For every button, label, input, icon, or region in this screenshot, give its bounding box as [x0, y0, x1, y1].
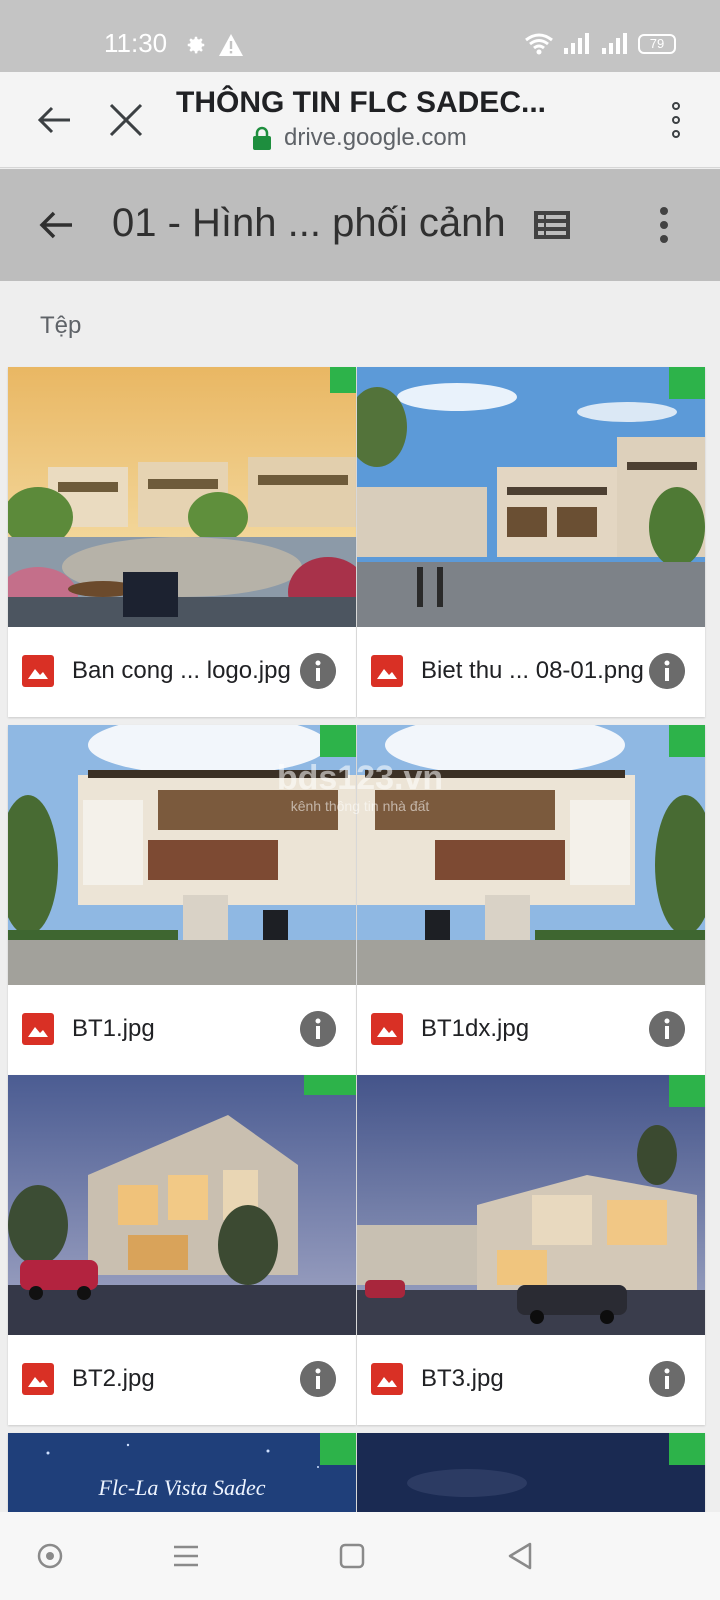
- image-file-icon: [371, 1013, 403, 1045]
- gear-icon: [187, 36, 205, 54]
- file-footer: BT3.jpg: [357, 1335, 705, 1425]
- image-file-icon: [22, 1013, 54, 1045]
- file-footer: Ban cong ... logo.jpg: [8, 627, 356, 717]
- battery-icon: 79: [638, 34, 676, 54]
- brand-badge: [669, 1433, 705, 1465]
- more-vert-icon[interactable]: [662, 98, 690, 142]
- info-icon[interactable]: [649, 1011, 685, 1047]
- file-card[interactable]: [357, 1433, 705, 1513]
- info-icon[interactable]: [649, 653, 685, 689]
- info-icon[interactable]: [300, 1361, 336, 1397]
- drive-header: 01 - Hình ... phối cảnh: [0, 169, 720, 281]
- warning-icon: [219, 34, 243, 56]
- file-name: BT1dx.jpg: [421, 1015, 530, 1042]
- file-name: BT3.jpg: [421, 1365, 504, 1392]
- assistant-icon[interactable]: [32, 1538, 68, 1574]
- file-card[interactable]: Flc-La Vista Sadec: [8, 1433, 356, 1513]
- close-icon[interactable]: [106, 100, 146, 140]
- brand-badge: [320, 1433, 356, 1465]
- file-thumbnail[interactable]: [357, 1433, 705, 1513]
- status-time: 11:30: [104, 28, 168, 58]
- list-view-icon[interactable]: [532, 207, 572, 243]
- signal-icon: [564, 33, 589, 54]
- more-vert-icon[interactable]: [652, 203, 676, 247]
- file-card[interactable]: Biet thu ... 08-01.png: [357, 367, 705, 717]
- brand-badge: [304, 1075, 356, 1095]
- status-bar: 11:30 79: [0, 0, 720, 72]
- file-footer: Biet thu ... 08-01.png: [357, 627, 705, 717]
- back-arrow-icon[interactable]: [36, 205, 76, 245]
- page-title: THÔNG TIN FLC SADEC...: [176, 86, 546, 119]
- file-thumbnail[interactable]: [357, 1075, 705, 1335]
- file-name: Biet thu ... 08-01.png: [421, 657, 644, 684]
- url-row: drive.google.com: [252, 124, 467, 152]
- file-thumbnail[interactable]: [357, 367, 705, 627]
- file-thumbnail[interactable]: [8, 1075, 356, 1335]
- watermark-tagline: kênh thông tin nhà đất: [290, 798, 430, 814]
- brand-badge: [669, 367, 705, 399]
- info-icon[interactable]: [300, 1011, 336, 1047]
- file-name: Ban cong ... logo.jpg: [72, 657, 291, 684]
- brand-badge: [330, 367, 356, 393]
- back-icon[interactable]: [502, 1538, 538, 1574]
- file-thumbnail[interactable]: [8, 367, 356, 627]
- browser-toolbar: THÔNG TIN FLC SADEC... drive.google.com: [0, 72, 720, 168]
- info-icon[interactable]: [300, 653, 336, 689]
- back-arrow-icon[interactable]: [34, 100, 74, 140]
- folder-title: 01 - Hình ... phối cảnh: [112, 201, 506, 245]
- url-text: drive.google.com: [284, 124, 467, 151]
- image-file-icon: [371, 655, 403, 687]
- brand-badge: [669, 1075, 705, 1107]
- lock-icon: [253, 126, 271, 150]
- file-card[interactable]: BT3.jpg: [357, 1075, 705, 1425]
- image-file-icon: [22, 1363, 54, 1395]
- signal-icon: [602, 33, 627, 54]
- system-nav-bar: [0, 1512, 720, 1600]
- wifi-icon: [525, 33, 553, 55]
- watermark-brand: bds123.vn: [276, 759, 444, 797]
- home-icon[interactable]: [334, 1538, 370, 1574]
- file-footer: BT1dx.jpg: [357, 985, 705, 1075]
- file-card[interactable]: BT2.jpg: [8, 1075, 356, 1425]
- image-file-icon: [371, 1363, 403, 1395]
- info-icon[interactable]: [649, 1361, 685, 1397]
- file-footer: BT1.jpg: [8, 985, 356, 1075]
- image-file-icon: [22, 655, 54, 687]
- brand-badge: [669, 725, 705, 757]
- file-name: BT2.jpg: [72, 1365, 155, 1392]
- file-name: BT1.jpg: [72, 1015, 155, 1042]
- menu-icon[interactable]: [168, 1538, 204, 1574]
- watermark: bds123.vn kênh thông tin nhà đất: [244, 759, 476, 829]
- brand-badge: [320, 725, 356, 757]
- section-label-files: Tệp: [40, 312, 82, 339]
- file-thumbnail[interactable]: Flc-La Vista Sadec: [8, 1433, 356, 1513]
- file-card[interactable]: Ban cong ... logo.jpg: [8, 367, 356, 717]
- file-footer: BT2.jpg: [8, 1335, 356, 1425]
- thumbnail-caption: Flc-La Vista Sadec: [98, 1475, 266, 1500]
